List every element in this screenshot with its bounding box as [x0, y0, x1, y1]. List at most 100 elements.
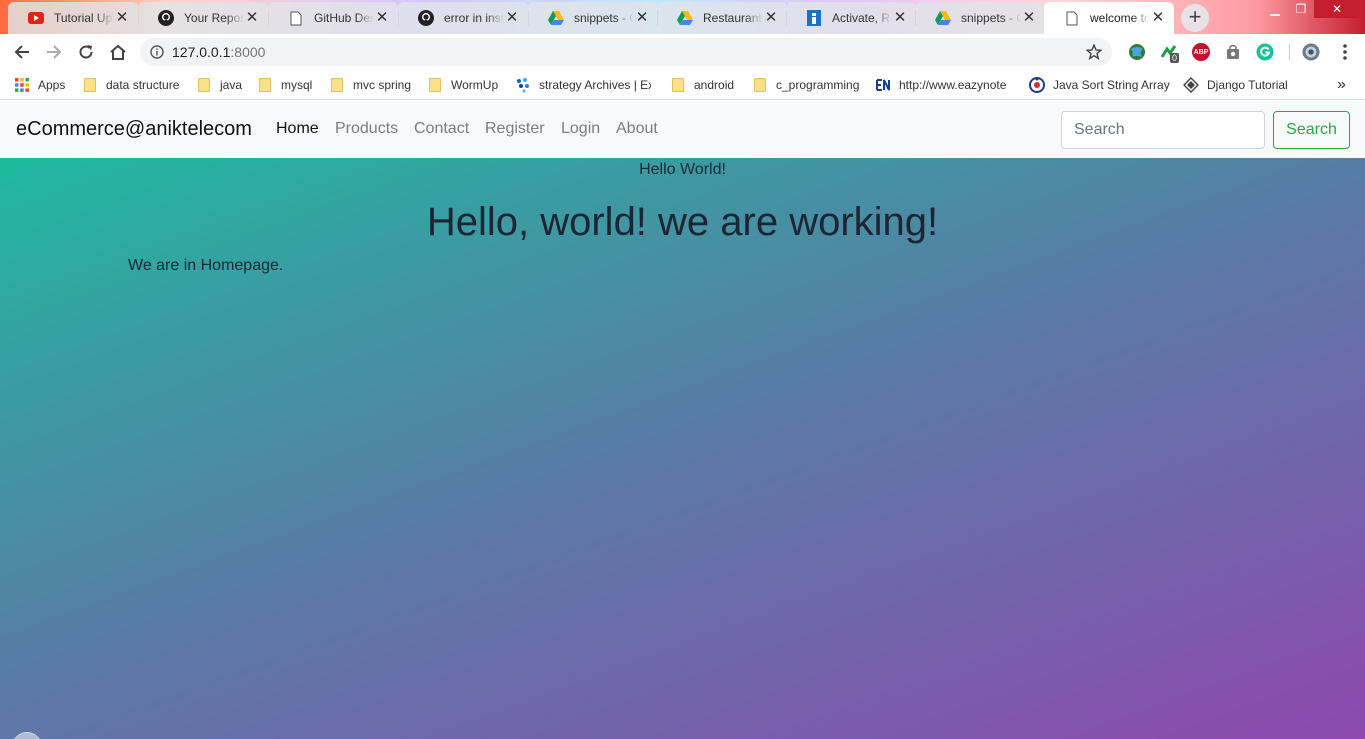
home-icon[interactable] [106, 40, 130, 64]
tab-title: snippets - Google Drive [961, 11, 1021, 25]
tab-tutorial-upload[interactable]: Tutorial Upload ✕ [8, 2, 138, 34]
new-tab-button[interactable]: + [1181, 4, 1209, 32]
bookmark-java-sort[interactable]: Java Sort String Array [1029, 76, 1171, 94]
tab-title: snippets - Google Drive [574, 11, 634, 25]
forward-arrow-icon[interactable] [42, 40, 66, 64]
bookmark-label: mysql [281, 78, 313, 92]
bookmark-c-programming[interactable]: c_programming [752, 76, 859, 94]
url-port: :8000 [230, 44, 266, 60]
tab-title: GitHub Desktop [314, 11, 374, 25]
youtube-icon [28, 10, 44, 26]
site-icon [515, 77, 531, 93]
adblock-plus-icon[interactable]: ABP [1192, 43, 1210, 61]
tab-title: error in install [444, 11, 504, 25]
nav-link-home[interactable]: Home [276, 120, 319, 138]
close-icon[interactable]: ✕ [892, 10, 908, 26]
bookmarks-bar: Apps data structure java mysql mvc sprin… [0, 70, 1365, 100]
page-heading: Hello, world! we are working! [426, 200, 939, 244]
site-icon [1029, 77, 1045, 93]
close-icon[interactable]: ✕ [1150, 10, 1166, 26]
close-icon[interactable]: ✕ [114, 10, 130, 26]
folder-icon [257, 77, 273, 93]
nav-link-about[interactable]: About [616, 120, 658, 138]
info-icon[interactable] [150, 45, 164, 59]
app-icon [806, 10, 822, 26]
google-drive-icon [935, 10, 951, 26]
back-arrow-icon[interactable] [10, 40, 34, 64]
folder-icon [82, 77, 98, 93]
url-host: 127.0.0.1 [172, 44, 231, 60]
window-controls: ▁ ❐ ✕ [1262, 0, 1360, 18]
github-icon [158, 10, 174, 26]
nav-link-products[interactable]: Products [335, 120, 398, 138]
nav-link-login[interactable]: Login [561, 120, 600, 138]
bookmark-wormup[interactable]: WormUp [427, 76, 498, 94]
bookmark-label: strategy Archives | Ex [539, 78, 651, 92]
tab-your-repositories[interactable]: Your Repositories ✕ [138, 2, 268, 34]
nav-link-register[interactable]: Register [485, 120, 545, 138]
window-close-icon[interactable]: ✕ [1314, 0, 1360, 18]
bookmark-mvc-spring[interactable]: mvc spring [329, 76, 411, 94]
tab-title: welcome to [1090, 11, 1150, 25]
bookmark-label: c_programming [776, 78, 860, 92]
tab-error-in-install[interactable]: error in install ✕ [398, 2, 528, 34]
address-bar[interactable]: 127.0.0.1:8000 [140, 38, 1112, 66]
bookmark-label: http://www.eazynote [899, 78, 1007, 92]
bookmark-mysql[interactable]: mysql [257, 76, 312, 94]
bag-extension-icon[interactable] [1224, 43, 1242, 61]
site-navbar: eCommerce@aniktelecom Home Products Cont… [0, 101, 1365, 158]
tab-activate-restore[interactable]: Activate, Restore ✕ [786, 2, 916, 34]
search-input[interactable] [1061, 111, 1265, 149]
bookmark-label: Django Tutorial [1207, 78, 1288, 92]
bookmarks-overflow-button[interactable]: » [1337, 76, 1346, 94]
bookmark-data-structure[interactable]: data structure [82, 76, 179, 94]
apps-grid-icon [14, 77, 30, 93]
close-icon[interactable]: ✕ [374, 10, 390, 26]
navbar-brand[interactable]: eCommerce@aniktelecom [16, 118, 252, 141]
bookmark-java[interactable]: java [196, 76, 242, 94]
adblock-label: ABP [1193, 48, 1209, 56]
folder-icon [427, 77, 443, 93]
page-icon [288, 10, 304, 26]
bookmark-apps[interactable]: Apps [14, 76, 65, 94]
profile-avatar-icon[interactable] [1302, 43, 1320, 61]
tab-title: Activate, Restore [832, 11, 892, 25]
globe-extension-icon[interactable] [1128, 43, 1146, 61]
bookmark-label: data structure [106, 78, 180, 92]
bookmark-strategy-archives[interactable]: strategy Archives | Ex [515, 76, 651, 94]
tab-welcome-active[interactable]: welcome to ✕ [1044, 2, 1174, 34]
tab-snippets-drive[interactable]: snippets - Google Drive ✕ [528, 2, 658, 34]
search-button[interactable]: Search [1273, 111, 1350, 149]
folder-icon [670, 77, 686, 93]
restore-icon[interactable]: ❐ [1288, 0, 1314, 18]
folder-icon [329, 77, 345, 93]
hello-world-text: Hello World! [639, 161, 726, 178]
bookmark-label: Apps [38, 78, 66, 92]
floating-circle-button[interactable] [12, 732, 42, 739]
grammarly-icon[interactable] [1256, 43, 1274, 61]
google-drive-icon [548, 10, 564, 26]
close-icon[interactable]: ✕ [1021, 10, 1037, 26]
minimize-icon[interactable]: ▁ [1262, 0, 1288, 18]
homepage-paragraph: We are in Homepage. [128, 257, 284, 274]
tab-title: Restaurant - Google Drive [703, 11, 763, 25]
reload-icon[interactable] [74, 40, 98, 64]
close-icon[interactable]: ✕ [634, 10, 650, 26]
browser-toolbar: 127.0.0.1:8000 0 ABP [0, 34, 1365, 70]
nav-link-contact[interactable]: Contact [414, 120, 469, 138]
close-icon[interactable]: ✕ [244, 10, 260, 26]
bookmark-eazynotes[interactable]: http://www.eazynote [875, 76, 1015, 94]
folder-icon [196, 77, 212, 93]
bookmark-star-icon[interactable] [1086, 44, 1102, 60]
bookmark-django-tutorial[interactable]: Django Tutorial [1183, 76, 1288, 94]
site-icon [875, 77, 891, 93]
browser-menu-icon[interactable] [1336, 43, 1354, 61]
close-icon[interactable]: ✕ [504, 10, 520, 26]
bookmark-android[interactable]: android [670, 76, 734, 94]
tab-snippets-drive-2[interactable]: snippets - Google Drive ✕ [915, 2, 1045, 34]
tracker-extension-icon[interactable]: 0 [1160, 43, 1180, 63]
close-icon[interactable]: ✕ [763, 10, 779, 26]
tab-restaurant-drive[interactable]: Restaurant - Google Drive ✕ [657, 2, 787, 34]
tab-github-desktop[interactable]: GitHub Desktop ✕ [268, 2, 398, 34]
folder-icon [752, 77, 768, 93]
